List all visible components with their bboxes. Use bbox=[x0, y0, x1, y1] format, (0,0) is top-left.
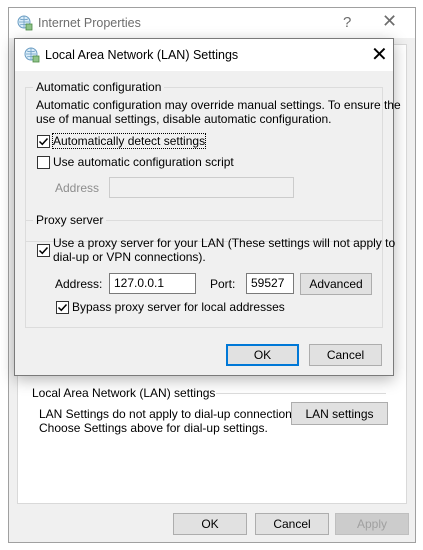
bypass-local-label[interactable]: Bypass proxy server for local addresses bbox=[72, 300, 285, 314]
use-proxy-label[interactable]: Use a proxy server for your LAN (These s… bbox=[53, 236, 395, 264]
lan-description-line-2: Choose Settings above for dial-up settin… bbox=[39, 421, 268, 435]
auto-config-script-checkbox[interactable] bbox=[37, 156, 50, 169]
lan-settings-dialog: Local Area Network (LAN) Settings ✕ Auto… bbox=[14, 38, 401, 376]
automatic-configuration-legend: Automatic configuration bbox=[33, 80, 165, 94]
help-button[interactable]: ? bbox=[343, 14, 351, 31]
auto-config-script-label[interactable]: Use automatic configuration script bbox=[53, 155, 234, 169]
check-mark-icon bbox=[38, 137, 49, 146]
use-proxy-label-line-2: dial-up or VPN connections). bbox=[53, 250, 206, 264]
auto-detect-label[interactable]: Automatically detect settings bbox=[51, 133, 207, 149]
parent-ok-button[interactable]: OK bbox=[173, 513, 247, 535]
parent-apply-button: Apply bbox=[335, 513, 409, 535]
auto-config-description-line-2: use of manual settings, disable automati… bbox=[36, 112, 332, 126]
check-mark-icon bbox=[38, 246, 49, 255]
parent-close-button[interactable]: ✕ bbox=[382, 11, 397, 32]
parent-cancel-button[interactable]: Cancel bbox=[255, 513, 329, 535]
proxy-port-label: Port: bbox=[210, 277, 236, 291]
automatic-configuration-description: Automatic configuration may override man… bbox=[36, 98, 401, 126]
bypass-local-checkbox[interactable] bbox=[56, 301, 69, 314]
lan-settings-button[interactable]: LAN settings bbox=[291, 402, 388, 425]
use-proxy-checkbox[interactable] bbox=[37, 244, 50, 257]
proxy-address-input[interactable]: 127.0.0.1 bbox=[109, 273, 196, 294]
auto-config-address-label: Address bbox=[55, 181, 100, 195]
lan-section-legend: Local Area Network (LAN) settings bbox=[32, 386, 216, 400]
advanced-button[interactable]: Advanced bbox=[300, 273, 372, 295]
lan-description-line-1: LAN Settings do not apply to dial-up con… bbox=[39, 407, 302, 421]
dialog-title: Local Area Network (LAN) Settings bbox=[45, 48, 239, 62]
proxy-port-input[interactable]: 59527 bbox=[246, 273, 294, 294]
dialog-ok-button[interactable]: OK bbox=[226, 344, 299, 366]
proxy-address-label: Address: bbox=[55, 277, 103, 291]
parent-titlebar: Internet Properties ? ✕ bbox=[9, 8, 415, 38]
use-proxy-label-line-1: Use a proxy server for your LAN (These s… bbox=[53, 236, 396, 250]
internet-options-globe-icon bbox=[24, 47, 40, 66]
lan-section-divider bbox=[216, 393, 386, 394]
lan-section-description: LAN Settings do not apply to dial-up con… bbox=[39, 407, 301, 435]
parent-window-title: Internet Properties bbox=[38, 16, 141, 30]
auto-detect-checkbox[interactable] bbox=[37, 135, 50, 148]
proxy-server-legend: Proxy server bbox=[33, 213, 107, 227]
auto-config-description-line-1: Automatic configuration may override man… bbox=[36, 98, 401, 112]
dialog-titlebar: Local Area Network (LAN) Settings ✕ bbox=[15, 39, 393, 71]
dialog-cancel-button[interactable]: Cancel bbox=[309, 344, 382, 366]
internet-options-globe-icon bbox=[17, 15, 33, 34]
auto-config-address-input bbox=[109, 177, 294, 198]
dialog-close-button[interactable]: ✕ bbox=[371, 42, 388, 67]
check-mark-icon bbox=[57, 303, 68, 312]
